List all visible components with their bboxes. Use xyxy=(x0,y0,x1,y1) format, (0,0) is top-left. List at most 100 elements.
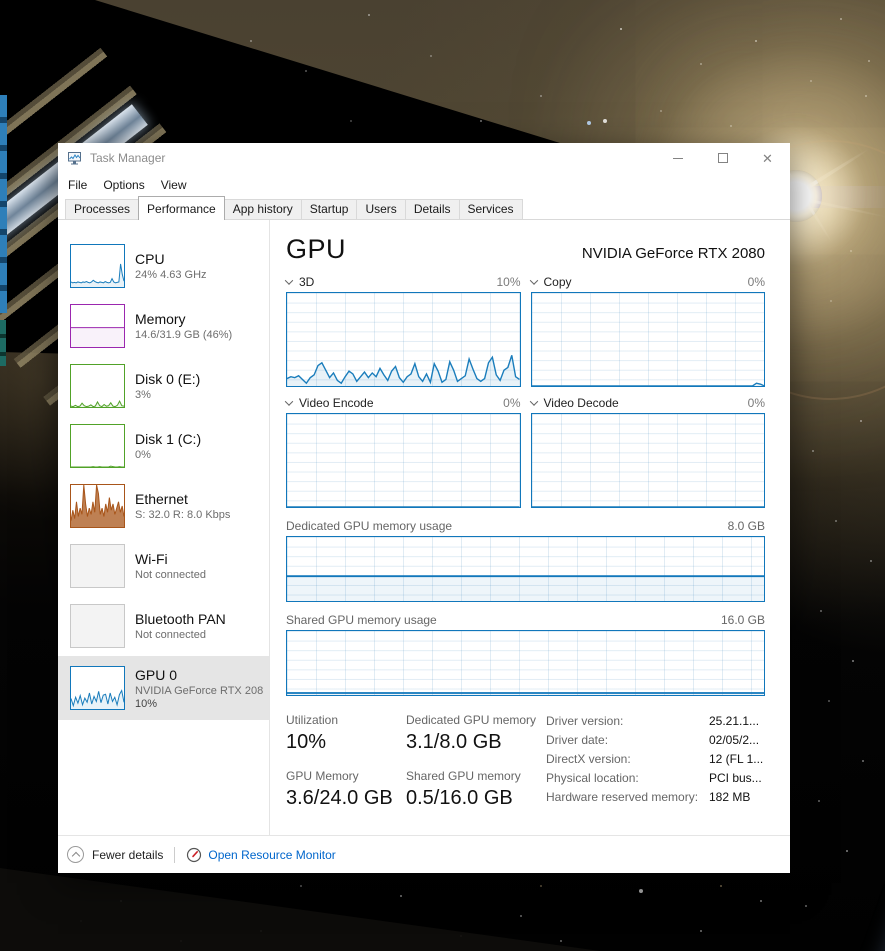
menu-view[interactable]: View xyxy=(153,176,195,194)
disk0-sparkline xyxy=(70,364,125,408)
maximize-button[interactable] xyxy=(700,143,745,173)
tab-processes[interactable]: Processes xyxy=(65,199,140,219)
titlebar[interactable]: Task Manager ✕ xyxy=(58,143,790,173)
menu-file[interactable]: File xyxy=(60,176,95,194)
sidebar-item-subtitle: 3% xyxy=(135,389,151,401)
open-resource-monitor-link[interactable]: Open Resource Monitor xyxy=(186,847,336,863)
stat-label: Shared GPU memory xyxy=(406,769,521,783)
sidebar-item-subtitle: 0% xyxy=(135,449,151,461)
footer-bar: Fewer details Open Resource Monitor xyxy=(58,835,790,873)
chart-copy: Copy 0% xyxy=(529,271,765,387)
desktop-background: Task Manager ✕ File Options View Process… xyxy=(0,0,885,951)
sidebar-item-percent: 10% xyxy=(135,697,158,710)
sidebar-item-gpu0[interactable]: GPU 0 NVIDIA GeForce RTX 2080 10% xyxy=(58,656,269,720)
tab-performance[interactable]: Performance xyxy=(138,196,225,220)
menu-options[interactable]: Options xyxy=(95,176,152,194)
stars xyxy=(0,0,2,2)
performance-sidebar: CPU 24% 4.63 GHz Memory 14.6/31.9 GB (46… xyxy=(58,220,270,835)
window-title: Task Manager xyxy=(90,151,166,165)
chart-value: 10% xyxy=(496,274,521,289)
left-edge-teal-strip xyxy=(0,320,6,366)
sidebar-item-subtitle: S: 32.0 R: 8.0 Kbps xyxy=(135,509,231,521)
sidebar-item-wifi[interactable]: Wi-Fi Not connected xyxy=(58,536,269,596)
ethernet-sparkline xyxy=(70,484,125,528)
task-manager-icon xyxy=(68,152,81,165)
chart-capacity: 8.0 GB xyxy=(727,519,765,533)
chart-video-encode-plot xyxy=(286,413,521,508)
sidebar-item-subtitle: NVIDIA GeForce RTX 2080 xyxy=(135,684,263,697)
window-controls: ✕ xyxy=(655,143,790,173)
chart-copy-plot xyxy=(530,292,765,387)
detail-row: Driver version: 25.21.1... xyxy=(546,714,760,728)
chart-label: 3D xyxy=(299,274,315,289)
minimize-icon xyxy=(672,157,683,159)
chart-video-decode-plot xyxy=(530,413,765,508)
driver-details: Driver version: 25.21.1... Driver date: … xyxy=(546,713,765,825)
sidebar-item-bluetooth-pan[interactable]: Bluetooth PAN Not connected xyxy=(58,596,269,656)
sidebar-item-ethernet[interactable]: Ethernet S: 32.0 R: 8.0 Kbps xyxy=(58,476,269,536)
stat-label: Dedicated GPU memory xyxy=(406,713,537,727)
sidebar-item-disk0[interactable]: Disk 0 (E:) 3% xyxy=(58,356,269,416)
gpu-memory-value: 3.6/24.0 GB xyxy=(286,787,393,809)
chart-label: Shared GPU memory usage xyxy=(286,613,437,627)
sidebar-item-memory[interactable]: Memory 14.6/31.9 GB (46%) xyxy=(58,296,269,356)
left-edge-blue-strip xyxy=(0,95,7,313)
performance-content: CPU 24% 4.63 GHz Memory 14.6/31.9 GB (46… xyxy=(58,220,790,835)
disk1-sparkline xyxy=(70,424,125,468)
tab-services[interactable]: Services xyxy=(458,199,523,219)
fewer-details-label: Fewer details xyxy=(92,847,164,862)
footer-divider xyxy=(174,846,176,863)
close-button[interactable]: ✕ xyxy=(745,143,790,173)
wifi-sparkline xyxy=(70,544,125,588)
shared-memory-plot xyxy=(286,630,765,696)
utilization-value: 10% xyxy=(286,731,327,753)
tab-app-history[interactable]: App history xyxy=(223,199,302,219)
chart-capacity: 16.0 GB xyxy=(720,613,765,627)
close-icon: ✕ xyxy=(762,150,773,166)
chart-value: 0% xyxy=(747,274,765,289)
dedicated-memory-plot xyxy=(286,536,765,602)
chart-3d-plot xyxy=(286,292,521,387)
sidebar-item-title: Ethernet xyxy=(135,491,188,507)
page-title: GPU xyxy=(286,234,347,264)
sidebar-item-title: Bluetooth PAN xyxy=(135,611,226,627)
detail-row: Driver date: 02/05/2... xyxy=(546,733,760,747)
chart-label: Video Decode xyxy=(543,395,619,410)
minimize-button[interactable] xyxy=(655,143,700,173)
gpu-sparkline xyxy=(70,666,125,710)
chevron-up-circle-icon xyxy=(67,846,84,863)
fewer-details-button[interactable]: Fewer details xyxy=(67,846,163,863)
tab-details[interactable]: Details xyxy=(404,199,460,219)
detail-row: Hardware reserved memory: 182 MB xyxy=(546,790,751,804)
tab-startup[interactable]: Startup xyxy=(300,199,358,219)
tab-users[interactable]: Users xyxy=(356,199,406,219)
open-resource-monitor-label: Open Resource Monitor xyxy=(208,847,336,862)
memory-sparkline xyxy=(70,304,125,348)
sidebar-item-disk1[interactable]: Disk 1 (C:) 0% xyxy=(58,416,269,476)
sidebar-item-title: Memory xyxy=(135,311,186,327)
resource-monitor-icon xyxy=(187,847,202,862)
chevron-down-icon[interactable] xyxy=(529,396,538,406)
chevron-down-icon[interactable] xyxy=(529,275,538,285)
dedicated-memory-value: 3.1/8.0 GB xyxy=(406,731,502,753)
chart-value: 0% xyxy=(503,395,521,410)
gpu-panel: GPU NVIDIA GeForce RTX 2080 3D 10% Copy … xyxy=(270,220,790,835)
cpu-sparkline xyxy=(70,244,125,288)
tab-strip: Processes Performance App history Startu… xyxy=(58,196,790,220)
sidebar-item-title: GPU 0 xyxy=(135,666,178,683)
gpu-stats: Utilization 10% GPU Memory 3.6/24.0 GB D… xyxy=(286,713,765,825)
chart-video-decode: Video Decode 0% xyxy=(529,392,765,508)
menu-bar: File Options View xyxy=(58,173,790,197)
sidebar-item-cpu[interactable]: CPU 24% 4.63 GHz xyxy=(58,236,269,296)
sidebar-item-title: Wi-Fi xyxy=(135,551,168,567)
shared-memory-value: 0.5/16.0 GB xyxy=(406,787,513,809)
sidebar-item-title: Disk 1 (C:) xyxy=(135,431,202,447)
stat-label: GPU Memory xyxy=(286,769,359,783)
chevron-down-icon[interactable] xyxy=(284,275,294,285)
gpu-device-name: NVIDIA GeForce RTX 2080 xyxy=(581,245,765,262)
chevron-down-icon[interactable] xyxy=(284,396,294,406)
detail-row: DirectX version: 12 (FL 1... xyxy=(546,752,764,766)
shared-memory-chart: Shared GPU memory usage 16.0 GB xyxy=(286,613,765,696)
chart-video-encode: Video Encode 0% xyxy=(284,392,521,508)
chart-value: 0% xyxy=(747,395,765,410)
